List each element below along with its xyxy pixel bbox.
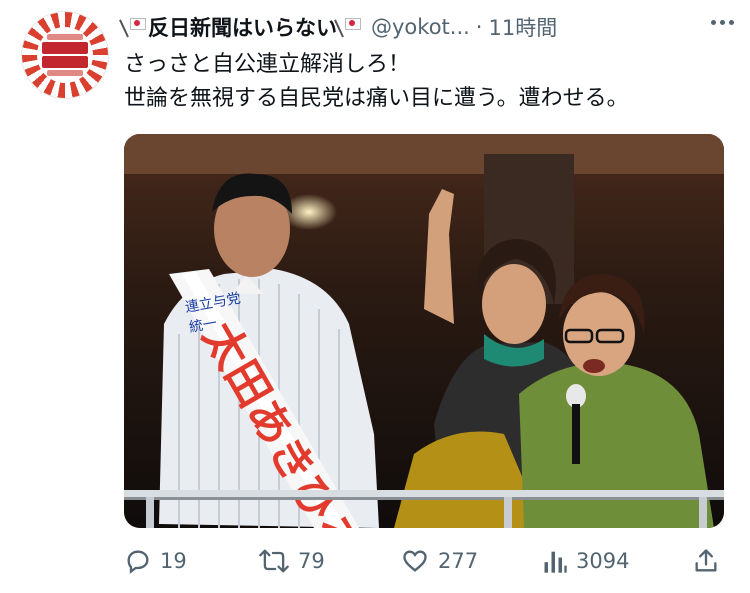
action-bar: 19 79 277 3094 (124, 538, 724, 584)
reply-icon (127, 550, 149, 574)
timestamp[interactable]: 11時間 (488, 12, 557, 42)
like-count: 277 (438, 549, 479, 573)
tweet-text-line-2: 世論を無視する自民党は痛い目に遭う。遭わせる。 (124, 86, 629, 111)
tweet-photo[interactable]: 連立与党 統一 太田あきひろ (124, 134, 724, 528)
share-icon (695, 549, 717, 572)
reply-button[interactable]: 19 (124, 538, 187, 584)
views-count: 3094 (576, 549, 630, 573)
separator-dot: · (475, 15, 483, 39)
views-icon (544, 551, 567, 573)
retweet-icon (259, 549, 289, 573)
like-button[interactable]: 277 (400, 538, 478, 584)
flag-icon (119, 16, 146, 38)
user-handle[interactable]: @yokot... (371, 15, 470, 39)
tweet-text-line-1: さっさと自公連立解消しろ！ (124, 52, 411, 77)
reply-count: 19 (160, 549, 187, 573)
like-icon (403, 550, 427, 572)
more-icon[interactable] (711, 20, 734, 25)
views-button[interactable]: 3094 (542, 538, 629, 584)
photo-illustration: 連立与党 統一 太田あきひろ (124, 134, 724, 528)
tweet-header: 反日新聞はいらない @yokot... · 11時間 (119, 10, 730, 44)
share-button[interactable] (692, 538, 728, 584)
retweet-button[interactable]: 79 (258, 538, 325, 584)
flag-icon (334, 16, 361, 38)
display-name[interactable]: 反日新聞はいらない (148, 12, 337, 42)
avatar-badge (37, 27, 93, 83)
avatar[interactable] (22, 12, 108, 98)
tweet-text: さっさと自公連立解消しろ！ 世論を無視する自民党は痛い目に遭う。遭わせる。 (124, 48, 724, 116)
retweet-count: 79 (298, 549, 325, 573)
